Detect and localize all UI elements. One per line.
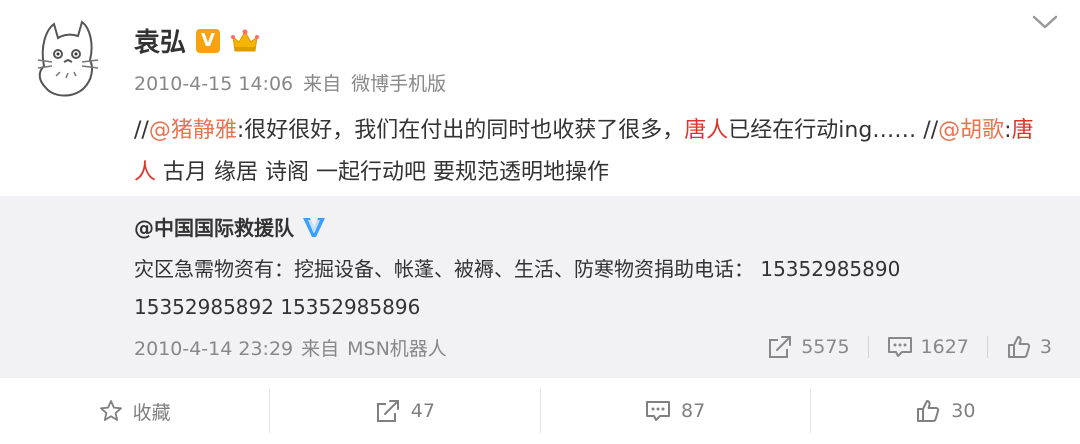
original-source-prefix: 来自 <box>301 337 340 360</box>
comment-count: 87 <box>681 400 706 422</box>
comment-button[interactable]: 87 <box>541 389 810 433</box>
favorite-label: 收藏 <box>132 401 171 424</box>
share-icon <box>767 334 793 360</box>
keyword-link[interactable]: 唐人 <box>684 118 728 143</box>
original-comment-button[interactable]: 1627 <box>887 335 969 359</box>
original-repost-count: 5575 <box>801 336 850 358</box>
share-icon <box>375 398 401 424</box>
comment-icon <box>887 335 913 359</box>
thumb-up-icon <box>915 398 941 424</box>
original-text: 灾区急需物资有：挖掘设备、帐蓬、被褥、生活、防寒物资捐助电话： 15352985… <box>134 257 901 319</box>
author-row: 袁弘 V <box>134 22 260 59</box>
weibo-post: 袁弘 V 2010-4-15 14:06 来自 微博手机版 //@猪静雅:很好很好，… <box>0 0 1080 196</box>
original-footer: 2010-4-14 23:29 来自 MSN机器人 5575 1627 3 <box>134 332 1052 362</box>
repost-prefix: // <box>134 118 149 143</box>
original-like-button[interactable]: 3 <box>1006 334 1052 360</box>
thumb-up-icon <box>1006 334 1032 360</box>
repost-button[interactable]: 47 <box>270 389 539 433</box>
post-source: 微博手机版 <box>351 73 447 95</box>
like-button[interactable]: 30 <box>811 389 1080 433</box>
blue-verified-icon <box>302 216 326 238</box>
original-repost-button[interactable]: 5575 <box>767 334 850 360</box>
avatar[interactable] <box>24 16 114 106</box>
action-bar: 收藏 47 87 30 <box>0 378 1080 444</box>
crown-icon <box>230 27 260 55</box>
favorite-button[interactable]: 收藏 <box>0 389 269 433</box>
star-icon <box>99 399 123 423</box>
author-name[interactable]: 袁弘 <box>134 22 186 59</box>
original-timestamp[interactable]: 2010-4-14 23:29 <box>134 338 293 360</box>
post-timestamp[interactable]: 2010-4-15 14:06 <box>134 73 293 95</box>
post-text: : <box>1004 118 1012 143</box>
post-text: 古月 缘居 诗阁 一起行动吧 要规范透明地操作 <box>156 160 609 185</box>
comment-icon <box>645 399 671 423</box>
repost-count: 47 <box>410 400 435 422</box>
divider <box>867 336 869 358</box>
post-text: 已经在行动ing…… <box>728 118 924 143</box>
verified-v-icon: V <box>196 28 221 53</box>
original-comment-count: 1627 <box>920 336 969 358</box>
original-author[interactable]: @中国国际救援队 <box>134 212 326 241</box>
reposted-card[interactable]: @中国国际救援队 灾区急需物资有：挖掘设备、帐蓬、被褥、生活、防寒物资捐助电话：… <box>0 196 1080 378</box>
original-author-name[interactable]: @中国国际救援队 <box>134 212 294 241</box>
mention-link[interactable]: @猪静雅 <box>149 118 237 143</box>
original-source: MSN机器人 <box>347 337 447 360</box>
post-text: :很好很好，我们在付出的同时也收获了很多， <box>236 118 685 143</box>
like-count: 30 <box>951 400 976 422</box>
chevron-down-icon[interactable] <box>1032 14 1058 30</box>
post-content: //@猪静雅:很好很好，我们在付出的同时也收获了很多，唐人已经在行动ing…… … <box>134 110 1034 194</box>
original-like-count: 3 <box>1039 336 1052 358</box>
divider <box>986 336 988 358</box>
repost-prefix: // <box>923 118 939 143</box>
post-meta: 2010-4-15 14:06 来自 微博手机版 <box>134 69 446 96</box>
source-prefix: 来自 <box>303 73 342 95</box>
mention-link[interactable]: @胡歌 <box>938 118 1004 143</box>
